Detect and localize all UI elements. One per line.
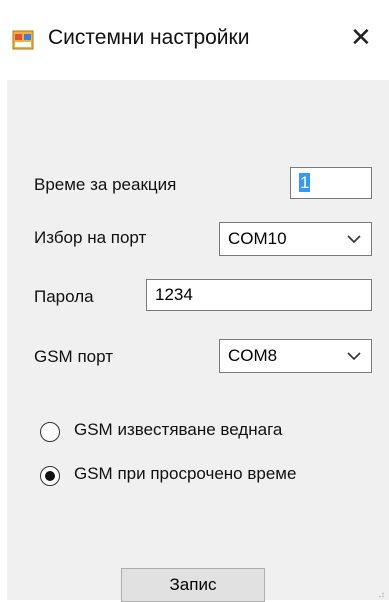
radio-circle[interactable] <box>40 466 60 486</box>
save-button[interactable]: Запис <box>121 568 265 602</box>
password-input[interactable]: 1234 <box>146 279 372 311</box>
port-select-label: Избор на порт <box>34 228 147 247</box>
resize-grip-icon[interactable] <box>372 592 386 598</box>
gsm-port-value: COM8 <box>228 346 278 365</box>
app-icon <box>12 30 34 50</box>
window-title: Системни настройки <box>48 26 250 49</box>
password-label: Парола <box>34 287 94 306</box>
radio-selected-dot <box>45 471 55 481</box>
close-icon[interactable]: ✕ <box>350 22 372 52</box>
radio-circle[interactable] <box>40 422 60 442</box>
reaction-time-value: 1 <box>299 173 311 192</box>
reaction-time-label: Време за реакция <box>34 175 177 194</box>
gsm-port-select[interactable]: COM8 <box>219 339 372 373</box>
port-select[interactable]: COM10 <box>219 222 372 256</box>
chevron-down-icon <box>347 235 361 244</box>
reaction-time-input[interactable]: 1 <box>290 167 372 199</box>
radio-label: GSM известяване веднага <box>74 420 283 439</box>
title-bar: Системни настройки ✕ <box>0 0 389 80</box>
chevron-down-icon <box>347 352 361 361</box>
gsm-port-label: GSM порт <box>34 347 113 366</box>
port-select-value: COM10 <box>228 229 287 248</box>
password-value: 1234 <box>155 285 193 304</box>
radio-label: GSM при просрочено време <box>74 464 297 483</box>
